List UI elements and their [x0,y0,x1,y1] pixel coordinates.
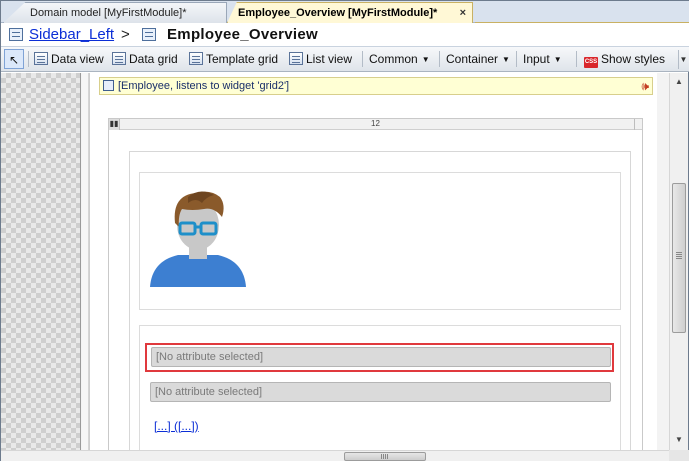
show-styles-button[interactable]: CSS Show styles [584,49,665,69]
common-dropdown[interactable]: Common ▼ [369,49,430,69]
scroll-up-button[interactable]: ▲ [671,74,687,90]
attribute-field-1[interactable]: [No attribute selected] [151,347,611,367]
data-grid-label: Data grid [129,52,178,66]
container-dropdown[interactable]: Container ▼ [446,49,510,69]
vertical-scroll-thumb[interactable] [672,183,686,333]
horizontal-scrollbar[interactable] [1,450,669,461]
tab-employee-overview[interactable]: Employee_Overview [MyFirstModule]* × [227,2,473,23]
listen-icon: 🕪 [641,79,649,93]
layout-grid-handle[interactable]: ▮▮ [109,119,120,130]
scroll-down-button[interactable]: ▼ [671,432,687,448]
column-width-label: 12 [371,119,380,128]
widget-toolbar: ↖ Data view Data grid Template grid List… [1,47,689,72]
avatar-shirt [150,255,246,287]
attribute-field-2-placeholder: [No attribute selected] [155,386,263,398]
list-view-label: List view [306,52,353,66]
layout-link[interactable]: Sidebar_Left [29,26,114,43]
template-grid-label: Template grid [206,52,279,66]
page-icon [142,28,156,41]
data-grid-icon [112,52,126,65]
breadcrumb-separator: > [121,26,130,43]
tab-domain-model[interactable]: Domain model [MyFirstModule]* [3,2,227,23]
data-view-icon [103,80,114,91]
toolbar-divider [28,51,29,67]
data-view-label: Data view [51,52,104,66]
toolbar-overflow-button[interactable]: ▼ [678,50,688,69]
list-view-button[interactable]: List view [289,49,352,69]
show-styles-label: Show styles [601,52,666,66]
reference-link[interactable]: [...] ([...]) [154,419,199,433]
chevron-down-icon: ▼ [502,55,510,64]
editor-window: Domain model [MyFirstModule]* Employee_O… [0,0,689,461]
css-icon: CSS [584,57,598,68]
canvas-gutter [82,73,89,450]
chevron-down-icon: ▼ [421,55,430,64]
pointer-icon: ↖ [8,53,20,67]
attribute-field-1-placeholder: [No attribute selected] [156,351,264,363]
layout-icon [9,28,23,41]
data-grid-button[interactable]: Data grid [112,49,178,69]
data-view-caption: [Employee, listens to widget 'grid2'] [118,80,290,92]
toolbar-divider [576,51,577,67]
page-title: Employee_Overview [167,26,319,43]
tab-employee-overview-label: Employee_Overview [MyFirstModule]* [238,7,438,19]
template-grid-icon [189,52,203,65]
chevron-down-icon: ▼ [553,55,562,64]
input-dropdown[interactable]: Input ▼ [523,49,562,69]
toolbar-divider [362,51,363,67]
sidebar-placeholder [1,73,81,450]
data-view-icon [34,52,48,65]
toolbar-divider [516,51,517,67]
pointer-tool-button[interactable]: ↖ [4,49,24,69]
image-container[interactable] [139,172,621,310]
common-label: Common [369,52,418,66]
data-view-header[interactable]: [Employee, listens to widget 'grid2'] 🕪 [99,77,653,95]
tab-close-icon[interactable]: × [460,3,466,23]
tab-domain-model-label: Domain model [MyFirstModule]* [30,7,187,19]
toolbar-divider [439,51,440,67]
container-label: Container [446,52,499,66]
vertical-scrollbar[interactable]: ▲ ▼ [669,73,688,450]
avatar-image [150,191,246,287]
layout-grid-column-bar: 12 [109,119,642,130]
document-tabstrip: Domain model [MyFirstModule]* Employee_O… [1,1,689,23]
horizontal-scroll-thumb[interactable] [344,452,426,461]
column-resize-grip[interactable] [634,119,642,130]
data-view-button[interactable]: Data view [34,49,104,69]
input-label: Input [523,52,550,66]
scrollbar-corner [669,450,689,461]
attribute-field-2[interactable]: [No attribute selected] [150,382,611,402]
template-grid-button[interactable]: Template grid [189,49,278,69]
list-view-icon [289,52,303,65]
breadcrumb: Sidebar_Left > Employee_Overview [1,23,689,47]
